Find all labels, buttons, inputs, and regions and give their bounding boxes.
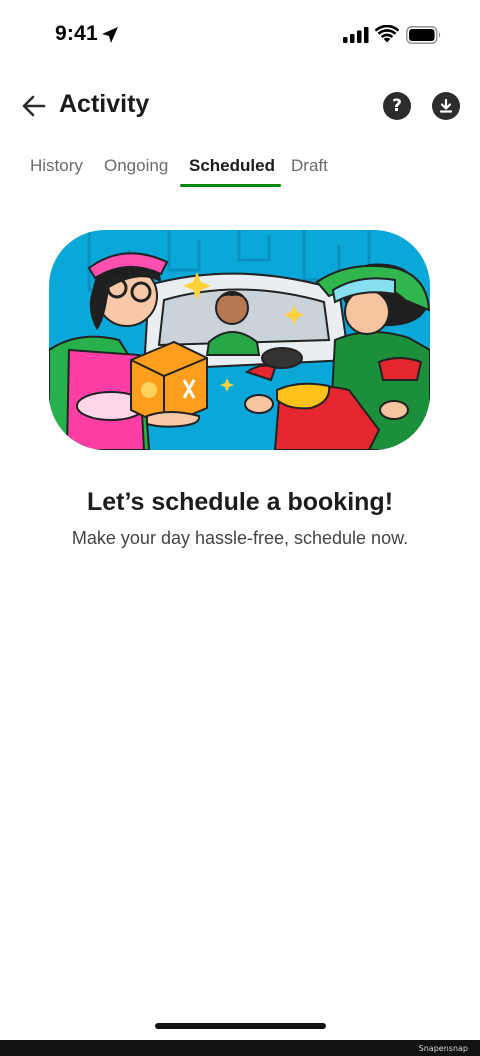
location-arrow-icon: [102, 27, 118, 43]
watermark-text: Snapensnap: [418, 1044, 468, 1053]
wifi-icon: [375, 25, 399, 43]
illustration-art: [49, 230, 430, 450]
active-tab-indicator: [180, 184, 281, 187]
help-button[interactable]: ?: [383, 92, 411, 120]
download-button[interactable]: [432, 92, 460, 120]
battery-icon: [406, 26, 441, 44]
back-arrow-icon[interactable]: [18, 90, 50, 122]
status-bar: 9:41: [0, 0, 480, 72]
cellular-signal-icon: [343, 27, 369, 43]
tab-draft[interactable]: Draft: [291, 156, 328, 176]
tab-scheduled[interactable]: Scheduled: [189, 156, 275, 176]
home-indicator[interactable]: [155, 1023, 326, 1029]
question-circle-icon: ?: [392, 96, 402, 116]
bottom-strip: [0, 1040, 480, 1056]
empty-state-subtitle: Make your day hassle-free, schedule now.: [71, 528, 409, 548]
schedule-illustration: [49, 230, 430, 450]
page-title: Activity: [59, 90, 150, 118]
tab-ongoing[interactable]: Ongoing: [104, 156, 168, 176]
status-time: 9:41: [55, 22, 98, 45]
tab-history[interactable]: History: [30, 156, 83, 176]
download-icon: [439, 98, 453, 113]
empty-state-title: Let’s schedule a booking!: [86, 488, 394, 516]
